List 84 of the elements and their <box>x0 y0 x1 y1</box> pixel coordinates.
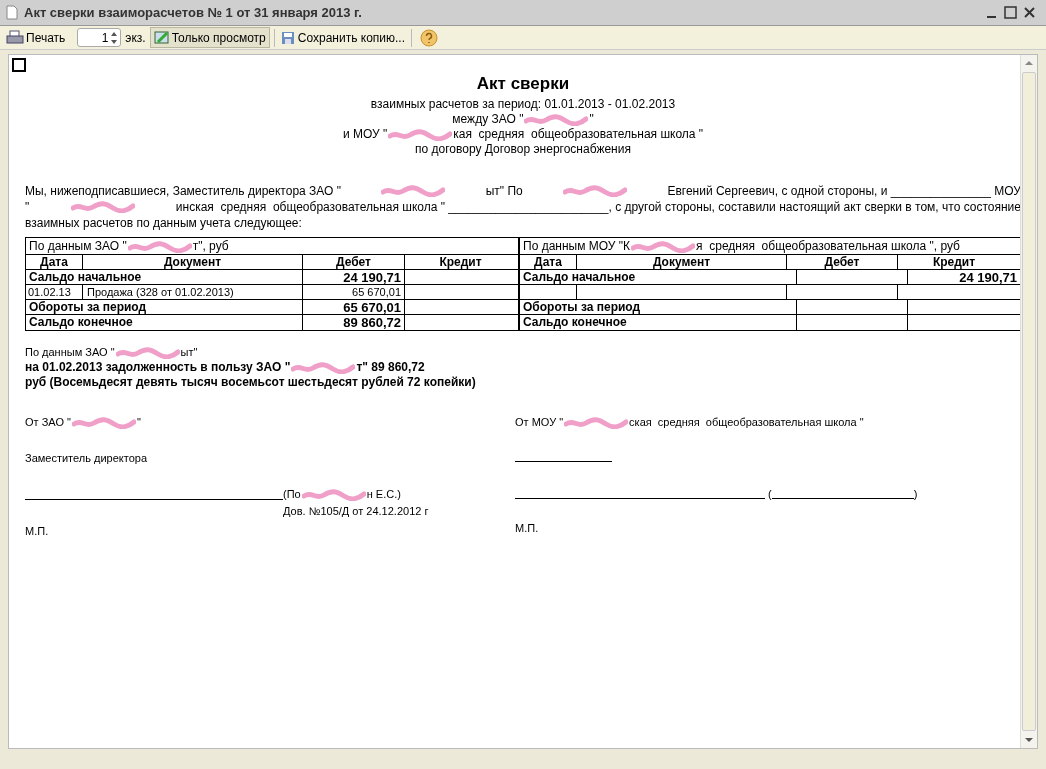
maximize-icon[interactable] <box>1004 6 1017 19</box>
redaction-mark <box>563 185 628 197</box>
signatory-party: От МОУ " <box>515 416 564 428</box>
stamp-label: М.П. <box>515 521 540 536</box>
redaction-mark <box>564 417 629 430</box>
printer-icon <box>6 29 24 46</box>
redaction-mark <box>388 128 453 141</box>
signatory-name: (По <box>283 488 301 500</box>
spinner-icon[interactable] <box>110 30 119 45</box>
column-header: Документ <box>577 255 787 269</box>
summary-source: По данным ЗАО " <box>25 346 115 358</box>
help-icon[interactable] <box>420 28 438 47</box>
window-title: Акт сверки взаиморасчетов № 1 от 31 января 2013 г. <box>24 3 363 22</box>
column-header: Дебет <box>303 255 405 269</box>
intro-text: взаимных расчетов по данным учета следующее: <box>25 215 302 231</box>
signatory-party: От ЗАО " <box>25 416 71 428</box>
parties-line: и МОУ " <box>342 127 388 141</box>
copies-field[interactable]: 1 <box>77 28 122 47</box>
table-cell: Сальдо начальное <box>26 270 303 284</box>
redaction-mark <box>524 113 589 126</box>
signatory-party: " <box>136 416 141 428</box>
column-header: Кредит <box>931 255 977 269</box>
heading-text: По данным ЗАО " <box>29 239 127 253</box>
summary-source: ыт" <box>180 346 198 358</box>
signatory-party: ская средняя общеобразовательная школа " <box>629 416 864 428</box>
intro-text: Евгений Сергеевич, с одной стороны, и _______________ МОУ <box>667 183 1021 199</box>
print-button[interactable]: Печать <box>4 28 68 47</box>
table-cell: Сальдо конечное <box>520 315 797 330</box>
signatory-position: Заместитель директора <box>25 450 148 466</box>
table-cell: Обороты за период <box>520 300 797 314</box>
debt-summary: руб (Восемьдесят девять тысяч восемьсот шестьдесят рублей 72 копейки) <box>25 375 476 389</box>
document-title: Акт сверки <box>476 73 570 95</box>
table-cell: Обороты за период <box>26 300 303 314</box>
parties-line: между ЗАО " <box>452 112 524 126</box>
close-icon[interactable] <box>1023 6 1036 19</box>
redaction-mark <box>70 201 135 213</box>
copies-unit: экз. <box>125 29 146 47</box>
save-copy-button[interactable]: Сохранить копию... <box>278 28 407 47</box>
period-line: взаимных расчетов за период: 01.01.2013 - 01.02.2013 <box>370 97 676 112</box>
table-cell: 01.02.13 <box>26 285 83 299</box>
redaction-mark <box>115 347 180 360</box>
redaction-mark <box>381 185 446 197</box>
vertical-scrollbar[interactable] <box>1020 55 1037 748</box>
table-cell: 24 190,71 <box>303 270 405 284</box>
table-cell: Продажа (328 от 01.02.2013) <box>83 285 303 299</box>
table-cell: 65 670,01 <box>303 285 405 299</box>
column-header: Дебет <box>787 255 898 269</box>
column-header: Дата <box>26 255 83 269</box>
heading-text: т", руб <box>192 239 229 253</box>
parties-line: кая средняя общеобразовательная школа " <box>453 127 704 141</box>
power-of-attorney: Дов. №105/Д от 24.12.2012 г <box>283 503 430 519</box>
column-header: Дата <box>520 255 577 269</box>
table-cell: Сальдо конечное <box>26 315 303 330</box>
table-edit-icon <box>153 30 170 45</box>
stamp-label: М.П. <box>25 524 50 539</box>
table-cell-text: 24 190,71 <box>958 270 1018 284</box>
debt-summary: т" 89 860,72 <box>356 360 425 374</box>
signatory-name: н Е.С.) <box>366 488 401 500</box>
close-parenthesis: ) <box>913 486 918 502</box>
redaction-mark <box>127 240 192 253</box>
table-cell: 89 860,72 <box>303 315 405 330</box>
contract-line: по договору Договор энергоснабжения <box>415 142 631 157</box>
table-cell: Сальдо начальное <box>520 270 797 284</box>
scroll-thumb[interactable] <box>1022 72 1036 731</box>
column-header: Документ <box>83 255 303 269</box>
intro-text: " <box>25 199 30 215</box>
intro-text: ыт" По <box>485 183 523 199</box>
cell-marker-icon <box>12 58 26 72</box>
intro-text: инская средняя общеобразовательная школа " ________________________, с другой стороны, составили настоящий акт сверки в том, что состояние <box>175 199 1021 215</box>
copies-value: 1 <box>101 29 109 47</box>
document-icon <box>6 5 18 20</box>
redaction-mark <box>631 240 696 253</box>
heading-text: я средняя общеобразовательная школа ", руб <box>696 239 960 253</box>
debt-summary: на 01.02.2013 задолженность в пользу ЗАО " <box>25 360 291 374</box>
view-only-toggle[interactable]: Только просмотр <box>149 27 270 48</box>
redaction-mark <box>291 361 356 374</box>
heading-text: По данным МОУ "К <box>523 239 631 253</box>
parties-line: " <box>589 112 594 126</box>
intro-text: Мы, нижеподписавшиеся, Заместитель директора ЗАО " <box>25 183 341 199</box>
column-header: Кредит <box>438 255 483 269</box>
open-parenthesis: ( <box>768 486 772 502</box>
table-cell: 65 670,01 <box>303 300 405 314</box>
redaction-mark <box>71 417 136 430</box>
redaction-mark <box>301 489 366 502</box>
